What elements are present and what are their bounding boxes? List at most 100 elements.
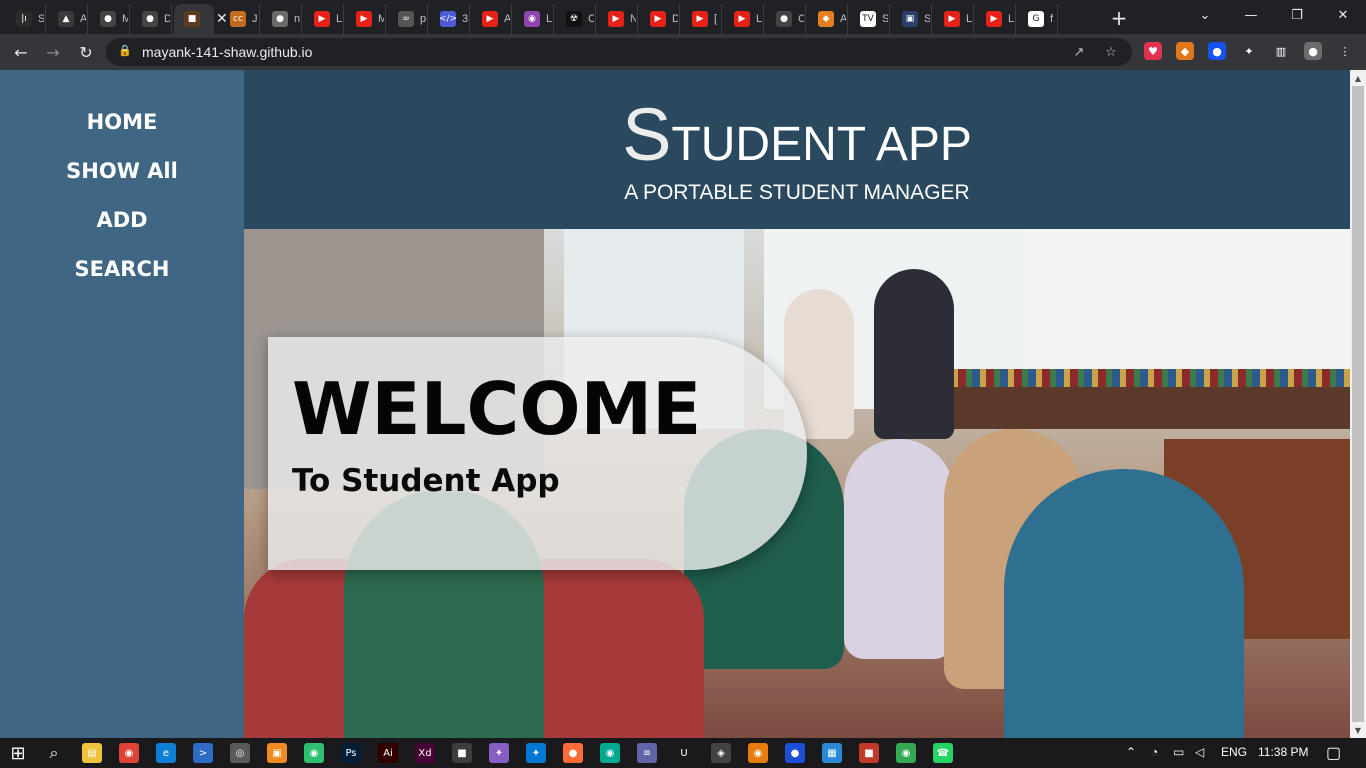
browser-tab[interactable]: ☢ C [556, 4, 596, 34]
pocket-extension-icon[interactable]: ♥ [1144, 42, 1162, 60]
tab-favicon-icon: |ı [16, 11, 32, 27]
profile-extension-icon[interactable]: ● [1304, 42, 1322, 60]
welcome-subheading: To Student App [292, 463, 560, 499]
powershell-taskbar-icon[interactable]: > [193, 743, 213, 763]
tab-favicon-icon: ◆ [818, 11, 834, 27]
browser-tab[interactable]: ■Re✕ [174, 4, 228, 34]
language-indicator[interactable]: ENG [1221, 745, 1247, 759]
tab-title: D [164, 13, 170, 25]
scroll-down-arrow-icon[interactable]: ▼ [1350, 722, 1366, 738]
tab-favicon-icon: cc [230, 11, 246, 27]
app-red-taskbar-icon[interactable]: ■ [859, 743, 879, 763]
chrome-2-taskbar-icon[interactable]: ◉ [896, 743, 916, 763]
browser-tab-strip: |ıS▲A●M●D■Re✕ccJ●n▶L▶M∞p</>3▶A◉L☢C▶N▶D▶[… [0, 0, 1366, 34]
start-button[interactable]: ⊞ [8, 743, 28, 764]
student-standing-2 [874, 269, 954, 439]
app-green-taskbar-icon[interactable]: ◉ [304, 743, 324, 763]
app-chat-taskbar-icon[interactable]: ■ [452, 743, 472, 763]
browser-tab[interactable]: ▶ L [934, 4, 974, 34]
notification-icon[interactable]: ▢ [1326, 743, 1341, 763]
browser-tab[interactable]: ▶ L [976, 4, 1016, 34]
browser-tab[interactable]: ● n [262, 4, 302, 34]
clock[interactable]: 11:38 PM [1258, 745, 1308, 759]
browser-tab[interactable]: ▶ L [724, 4, 764, 34]
minimize-button[interactable]: — [1228, 0, 1274, 30]
browser-tab[interactable]: ▶ L [304, 4, 344, 34]
browser-tab[interactable]: ▶ A [472, 4, 512, 34]
windows-taskbar: ⊞ ⌕ ▤ ◉ e > ◎ ▣ ◉ Ps Ai Xd ■ ✦ ✦ ● ◉ ≡ U ◈ ◉ ● ▦ ■ ◉ ☎ ⌃ ◔ ▭ ◁ … [0, 738, 1366, 768]
browser-tab[interactable]: ▶ N [598, 4, 638, 34]
tab-title: A [840, 13, 846, 25]
app-lines-taskbar-icon[interactable]: ≡ [637, 743, 657, 763]
app-grid-taskbar-icon[interactable]: ▦ [822, 743, 842, 763]
browser-tab[interactable]: ▲ A [48, 4, 88, 34]
tab-title: N [630, 13, 636, 25]
whatsapp-taskbar-icon[interactable]: ☎ [933, 743, 953, 763]
browser-tab[interactable]: TV S [850, 4, 890, 34]
coinbase-extension-icon[interactable]: ● [1208, 42, 1226, 60]
unity-taskbar-icon[interactable]: ◈ [711, 743, 731, 763]
tab-favicon-icon: ☢ [566, 11, 582, 27]
browser-tab[interactable]: ◆ A [808, 4, 848, 34]
postman-taskbar-icon[interactable]: ● [563, 743, 583, 763]
restore-button[interactable]: ❐ [1274, 0, 1320, 30]
chrome-taskbar-icon[interactable]: ◉ [119, 743, 139, 763]
share-icon[interactable]: ↗ [1070, 43, 1088, 61]
reload-button[interactable]: ↻ [74, 40, 98, 64]
nav-show-all-link[interactable]: SHOW All [0, 159, 244, 183]
file-explorer-taskbar-icon[interactable]: ▤ [82, 743, 102, 763]
forward-button[interactable]: → [41, 40, 65, 64]
metamask-extension-icon[interactable]: ◆ [1176, 42, 1194, 60]
app-orange-taskbar-icon[interactable]: ▣ [267, 743, 287, 763]
browser-tab[interactable]: |ı S [6, 4, 46, 34]
scroll-up-arrow-icon[interactable]: ▲ [1350, 70, 1366, 86]
browser-tab[interactable]: Gf [1018, 4, 1058, 34]
menu-extension-icon[interactable]: ⋮ [1336, 42, 1354, 60]
visual-studio-taskbar-icon[interactable]: ✦ [489, 743, 509, 763]
nav-home-link[interactable]: HOME [0, 110, 244, 134]
battery-icon[interactable]: ▭ [1173, 745, 1184, 759]
browser-tab[interactable]: ● M [90, 4, 130, 34]
browser-tab[interactable]: ▶ D [640, 4, 680, 34]
blender-taskbar-icon[interactable]: ◉ [748, 743, 768, 763]
tab-title: C [588, 13, 594, 25]
bookmark-star-icon[interactable]: ☆ [1102, 43, 1120, 61]
edge-taskbar-icon[interactable]: e [156, 743, 176, 763]
nav-search-link[interactable]: SEARCH [0, 257, 244, 281]
browser-tab[interactable]: ● C [766, 4, 806, 34]
browser-tab[interactable]: ▣ S [892, 4, 932, 34]
illustrator-taskbar-icon[interactable]: Ai [378, 743, 398, 763]
tab-search-button[interactable]: ⌄ [1182, 0, 1228, 30]
lock-icon[interactable]: 🔒 [118, 44, 132, 58]
sidepanel-extension-icon[interactable]: ▥ [1272, 42, 1290, 60]
vscode-taskbar-icon[interactable]: ✦ [526, 743, 546, 763]
app-title-rest: TUDENT APP [671, 118, 972, 171]
new-tab-button[interactable]: + [1106, 6, 1132, 30]
address-bar[interactable]: 🔒 mayank-141-shaw.github.io ↗ ☆ [106, 38, 1132, 66]
browser-tab[interactable]: ∞ p [388, 4, 428, 34]
wifi-icon[interactable]: ◔ [1151, 745, 1158, 759]
photoshop-taskbar-icon[interactable]: Ps [341, 743, 361, 763]
browser-tab[interactable]: </> 3 [430, 4, 470, 34]
back-button[interactable]: ← [9, 40, 33, 64]
url-text[interactable]: mayank-141-shaw.github.io [142, 44, 312, 60]
app-teal-taskbar-icon[interactable]: ◉ [600, 743, 620, 763]
volume-icon[interactable]: ◁ [1195, 745, 1204, 759]
scrollbar-thumb[interactable] [1352, 86, 1364, 722]
search-icon[interactable]: ⌕ [44, 743, 64, 763]
browser-tab[interactable]: ● D [132, 4, 172, 34]
tray-overflow-icon[interactable]: ⌃ [1126, 745, 1136, 759]
page-scrollbar[interactable]: ▲ ▼ [1350, 70, 1366, 738]
browser-tab[interactable]: ▶[ [682, 4, 722, 34]
browser-tab[interactable]: ◉ L [514, 4, 554, 34]
browser-tab[interactable]: ▶ M [346, 4, 386, 34]
camera-taskbar-icon[interactable]: ◎ [230, 743, 250, 763]
app-circle-taskbar-icon[interactable]: ● [785, 743, 805, 763]
close-window-button[interactable]: ✕ [1320, 0, 1366, 30]
nav-add-link[interactable]: ADD [0, 208, 244, 232]
unreal-taskbar-icon[interactable]: U [674, 743, 694, 763]
browser-tab[interactable]: cc J [220, 4, 260, 34]
tab-favicon-icon: ▶ [986, 11, 1002, 27]
puzzle-extension-icon[interactable]: ✦ [1240, 42, 1258, 60]
xd-taskbar-icon[interactable]: Xd [415, 743, 435, 763]
